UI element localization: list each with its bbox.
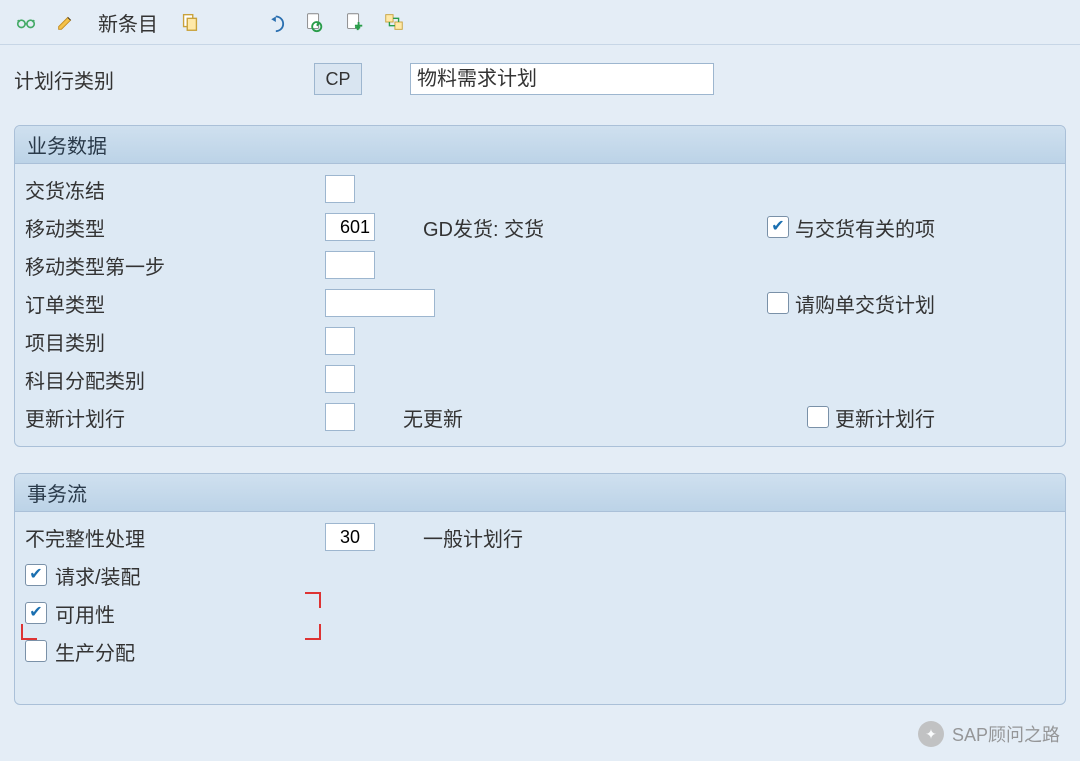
delivery-block-input[interactable] bbox=[325, 175, 355, 203]
item-category-input[interactable] bbox=[325, 327, 355, 355]
availability-label: 可用性 bbox=[55, 599, 115, 628]
update-sched-text: 无更新 bbox=[403, 403, 623, 432]
acct-assign-cat-label: 科目分配类别 bbox=[25, 365, 325, 394]
doc-add-icon[interactable] bbox=[342, 10, 366, 34]
delivery-relevant-checkbox[interactable] bbox=[767, 216, 789, 238]
order-type-label: 订单类型 bbox=[25, 289, 325, 318]
prod-alloc-label: 生产分配 bbox=[55, 637, 135, 666]
pencil-icon[interactable] bbox=[54, 10, 78, 34]
delivery-relevant-label: 与交货有关的项 bbox=[795, 213, 935, 242]
schedline-cat-code: CP bbox=[314, 63, 362, 95]
transaction-flow-group: 事务流 不完整性处理 一般计划行 请求/装配 可用性 生产分配 bbox=[14, 473, 1066, 705]
incompleteness-text: 一般计划行 bbox=[423, 523, 643, 552]
req-assembly-checkbox[interactable] bbox=[25, 564, 47, 586]
update-sched-checkbox[interactable] bbox=[807, 406, 829, 428]
wechat-icon: ✦ bbox=[918, 721, 944, 747]
movement-type-step1-input[interactable] bbox=[325, 251, 375, 279]
undo-icon[interactable] bbox=[262, 10, 286, 34]
item-category-label: 项目类别 bbox=[25, 327, 325, 356]
update-sched-input[interactable] bbox=[325, 403, 355, 431]
preq-sched-checkbox[interactable] bbox=[767, 292, 789, 314]
movement-type-step1-label: 移动类型第一步 bbox=[25, 251, 325, 280]
movement-type-label: 移动类型 bbox=[25, 213, 325, 242]
watermark: ✦ SAP顾问之路 bbox=[918, 721, 1060, 747]
delivery-block-label: 交货冻结 bbox=[25, 175, 325, 204]
update-sched-label: 更新计划行 bbox=[25, 403, 325, 432]
acct-assign-cat-input[interactable] bbox=[325, 365, 355, 393]
incompleteness-input[interactable] bbox=[325, 523, 375, 551]
movement-type-text: GD发货: 交货 bbox=[423, 213, 643, 242]
header-row: 计划行类别 CP 物料需求计划 bbox=[0, 59, 1080, 99]
business-data-title: 业务数据 bbox=[15, 126, 1065, 164]
req-assembly-label: 请求/装配 bbox=[55, 561, 141, 590]
prod-alloc-checkbox[interactable] bbox=[25, 640, 47, 662]
preq-sched-label: 请购单交货计划 bbox=[795, 289, 935, 318]
schedline-cat-desc: 物料需求计划 bbox=[410, 63, 714, 95]
compare-icon[interactable] bbox=[382, 10, 406, 34]
availability-checkbox[interactable] bbox=[25, 602, 47, 624]
update-sched-chk-label: 更新计划行 bbox=[835, 403, 935, 432]
transaction-flow-title: 事务流 bbox=[15, 474, 1065, 512]
business-data-group: 业务数据 交货冻结 移动类型 GD发货: 交货 与交货有关的项 移动类型第一步 … bbox=[14, 125, 1066, 447]
new-entry-button[interactable]: 新条目 bbox=[94, 8, 162, 37]
incompleteness-label: 不完整性处理 bbox=[25, 523, 325, 552]
copy-icon[interactable] bbox=[178, 10, 202, 34]
schedline-cat-label: 计划行类别 bbox=[14, 65, 314, 94]
doc-refresh-icon[interactable] bbox=[302, 10, 326, 34]
glasses-icon[interactable] bbox=[14, 10, 38, 34]
order-type-input[interactable] bbox=[325, 289, 435, 317]
movement-type-input[interactable] bbox=[325, 213, 375, 241]
toolbar: 新条目 bbox=[0, 0, 1080, 45]
watermark-text: SAP顾问之路 bbox=[952, 721, 1060, 747]
